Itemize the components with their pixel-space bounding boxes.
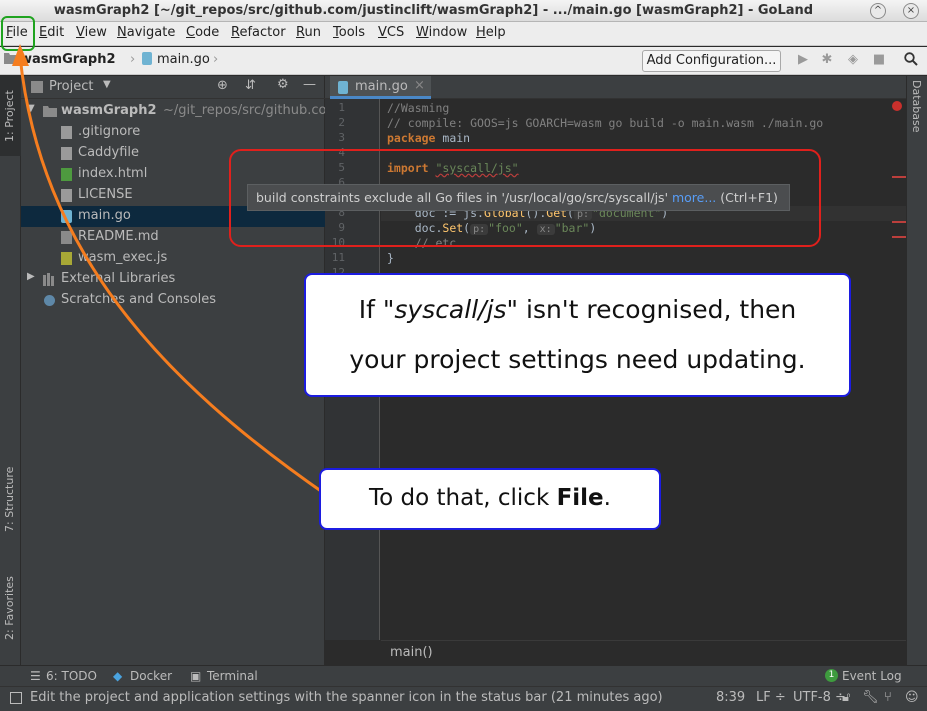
go-file-icon <box>142 52 152 69</box>
close-icon[interactable]: × <box>414 78 425 93</box>
tab-project[interactable]: 1: Project <box>0 76 21 156</box>
tree-file[interactable]: .gitignore <box>21 122 325 143</box>
go-file-icon <box>61 210 73 223</box>
editor-tabs: main.go × <box>325 76 906 99</box>
text-file-icon <box>61 189 73 202</box>
breadcrumb-project[interactable]: wasmGraph2 <box>20 52 116 67</box>
go-file-icon <box>338 81 348 98</box>
editor-breadcrumb-bar: main() <box>381 640 906 665</box>
menu-navigate[interactable]: Navigate <box>117 25 175 40</box>
scratches-icon <box>43 294 55 307</box>
project-panel-title[interactable]: Project <box>49 79 93 94</box>
tab-database[interactable]: Database <box>907 76 927 166</box>
tab-docker[interactable]: Docker <box>130 669 172 683</box>
navigation-bar: wasmGraph2 › main.go › Add Configuration… <box>0 47 927 75</box>
error-stripe-mark[interactable] <box>892 221 906 223</box>
js-file-icon <box>61 252 73 265</box>
add-configuration-button[interactable]: Add Configuration... <box>642 50 781 72</box>
tab-todo[interactable]: 6: TODO <box>46 669 97 683</box>
callout-project-settings: If "syscall/js" isn't recognised, then y… <box>304 273 851 397</box>
error-icon[interactable] <box>892 100 902 115</box>
docker-icon: ◆ <box>113 669 123 683</box>
chevron-right-icon[interactable]: ▶ <box>27 271 35 282</box>
function-breadcrumb[interactable]: main() <box>390 645 433 660</box>
tree-external-libraries[interactable]: ▶ External Libraries <box>21 269 325 290</box>
menu-code[interactable]: Code <box>186 25 219 40</box>
todo-icon: ☰ <box>30 669 41 683</box>
tab-main-go[interactable]: main.go × <box>330 76 431 99</box>
coverage-icon[interactable]: ◈ <box>845 52 861 68</box>
chevron-right-icon: › <box>130 52 136 67</box>
tab-favorites[interactable]: 2: Favorites <box>0 564 21 656</box>
menu-edit[interactable]: Edit <box>39 25 64 40</box>
tree-scratches[interactable]: Scratches and Consoles <box>21 290 325 311</box>
highlight-file-menu <box>1 16 35 51</box>
error-stripe-mark[interactable] <box>892 236 906 238</box>
callout-text: To do that, click File. <box>369 485 611 511</box>
tab-structure[interactable]: 7: Structure <box>0 456 21 548</box>
status-message[interactable]: Edit the project and application setting… <box>30 690 663 705</box>
text-file-icon <box>61 126 73 139</box>
debug-icon[interactable]: ✱ <box>819 52 835 68</box>
hide-icon[interactable]: — <box>303 77 316 92</box>
library-icon <box>43 273 55 286</box>
menu-window[interactable]: Window <box>416 25 467 40</box>
menu-vcs[interactable]: VCS <box>378 25 404 40</box>
window-titlebar: wasmGraph2 [~/git_repos/src/github.com/j… <box>0 0 927 22</box>
chevron-down-icon[interactable]: ▼ <box>103 79 111 90</box>
right-tool-strip: Database <box>906 76 927 665</box>
text-file-icon <box>61 147 73 160</box>
html-file-icon <box>61 168 73 181</box>
run-icon[interactable]: ▶ <box>795 52 811 68</box>
menu-tools[interactable]: Tools <box>333 25 365 40</box>
event-count-badge: 1 <box>825 669 838 682</box>
code-line: } <box>387 251 394 265</box>
menu-view[interactable]: View <box>76 25 107 40</box>
close-button[interactable]: × <box>903 3 919 19</box>
lock-icon[interactable]: 🔓︎ <box>842 690 850 705</box>
tree-root[interactable]: ▼ wasmGraph2 ~/git_repos/src/github.co <box>21 101 325 122</box>
gear-icon[interactable]: ⚙ <box>277 77 289 92</box>
markdown-file-icon <box>61 231 73 244</box>
minimize-button[interactable]: ^ <box>870 3 886 19</box>
git-icon[interactable]: ⑂ <box>884 690 892 705</box>
callout-line-1: If "syscall/js" isn't recognised, then <box>358 295 797 324</box>
stop-icon[interactable]: ■ <box>871 52 887 68</box>
locate-icon[interactable]: ⊕ <box>217 78 228 93</box>
window-title: wasmGraph2 [~/git_repos/src/github.com/j… <box>53 3 814 18</box>
menu-run[interactable]: Run <box>296 25 321 40</box>
inspector-icon[interactable]: ☺ <box>905 690 919 705</box>
collapse-icon[interactable]: ⇵ <box>245 78 256 93</box>
left-tool-strip: 1: Project 7: Structure 2: Favorites <box>0 76 21 665</box>
search-icon[interactable] <box>903 52 919 68</box>
status-bar: Edit the project and application setting… <box>0 686 927 711</box>
code-line: //Wasming <box>387 101 450 115</box>
menu-bar: File Edit View Navigate Code Refactor Ru… <box>0 22 927 46</box>
error-stripe-mark[interactable] <box>892 176 906 178</box>
toggle-tool-windows-icon[interactable] <box>10 692 22 708</box>
code-line: // compile: GOOS=js GOARCH=wasm go build… <box>387 116 824 130</box>
tab-terminal[interactable]: Terminal <box>207 669 258 683</box>
breadcrumb-file[interactable]: main.go <box>157 52 210 67</box>
file-encoding[interactable]: UTF-8 ÷ <box>793 690 846 705</box>
code-line: package main <box>387 131 471 145</box>
menu-refactor[interactable]: Refactor <box>231 25 286 40</box>
project-panel-header: Project ▼ ⊕ ⇵ ⚙ — <box>21 76 325 99</box>
line-separator[interactable]: LF ÷ <box>756 690 786 705</box>
chevron-down-icon[interactable]: ▼ <box>27 103 35 114</box>
folder-icon <box>4 52 18 68</box>
folder-icon <box>43 105 57 118</box>
menu-help[interactable]: Help <box>476 25 506 40</box>
project-view-icon <box>31 81 43 97</box>
tree-file[interactable]: wasm_exec.js <box>21 248 325 269</box>
chevron-right-icon: › <box>213 52 219 67</box>
callout-click-file: To do that, click File. <box>319 468 661 530</box>
highlight-error-region <box>229 149 821 247</box>
callout-line-2: your project settings need updating. <box>349 345 806 374</box>
bottom-tool-bar: ☰ 6: TODO ◆ Docker ▣ Terminal 1 Event Lo… <box>0 665 927 686</box>
caret-position[interactable]: 8:39 <box>716 690 745 705</box>
tab-event-log[interactable]: Event Log <box>842 669 902 683</box>
terminal-icon: ▣ <box>190 669 202 683</box>
spanner-icon[interactable]: 🔧︎ <box>862 690 879 705</box>
